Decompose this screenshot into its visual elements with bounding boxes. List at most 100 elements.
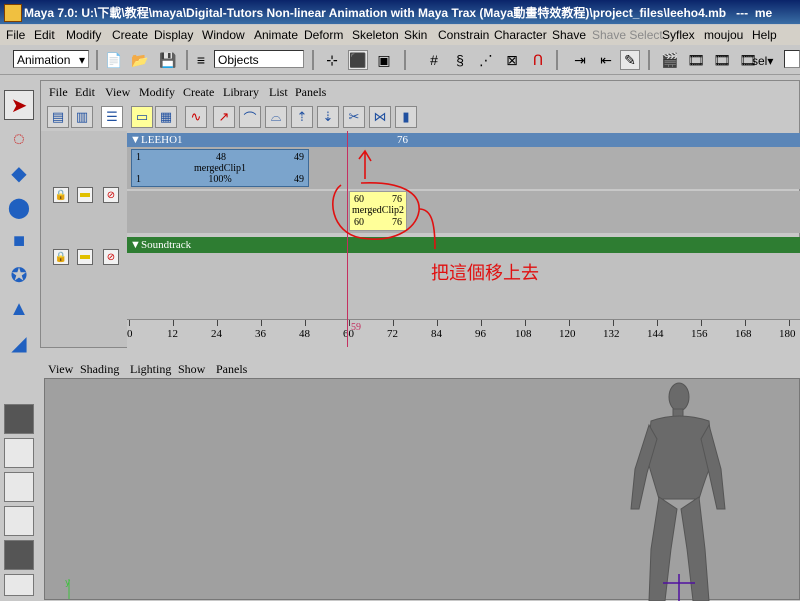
menu-deform[interactable]: Deform: [304, 28, 343, 42]
menu-help[interactable]: Help: [752, 28, 777, 42]
clip-icon[interactable]: ▭: [131, 106, 153, 128]
viewport-menu-panels[interactable]: Panels: [216, 362, 247, 377]
perspective-viewport[interactable]: y: [44, 378, 800, 601]
menu-set-dropdown[interactable]: Animation ▾: [13, 50, 89, 68]
layout-four-icon[interactable]: [4, 438, 34, 468]
open-scene-icon[interactable]: 📂: [130, 50, 150, 70]
layout-single-icon[interactable]: [4, 404, 34, 434]
menu-syflex[interactable]: Syflex: [662, 28, 695, 42]
snap-grid-icon[interactable]: #: [424, 50, 444, 70]
save-scene-icon[interactable]: 💾: [158, 50, 178, 70]
make-live-icon[interactable]: Ո: [528, 50, 548, 70]
manipulator-tool-icon[interactable]: ▲: [4, 294, 34, 324]
select-component-icon[interactable]: ▣: [374, 50, 394, 70]
viewport-menu-view[interactable]: View: [48, 362, 73, 377]
curve-icon[interactable]: ⌓: [265, 106, 287, 128]
download-icon[interactable]: ⇣: [317, 106, 339, 128]
menu-character[interactable]: Character: [494, 28, 547, 42]
viewport-menu-shading[interactable]: Shading: [80, 362, 119, 377]
menu-display[interactable]: Display: [154, 28, 193, 42]
trax-menu-library[interactable]: Library: [223, 85, 259, 100]
trax-menu-panels[interactable]: Panels: [295, 85, 326, 100]
collapse-triangle-icon[interactable]: ▼: [130, 133, 141, 147]
trax-menu-list[interactable]: List: [269, 85, 288, 100]
clip-merged2[interactable]: 60 76 mergedClip2 60 76: [349, 191, 407, 231]
trax-menu-view[interactable]: View: [105, 85, 130, 100]
current-time-indicator[interactable]: [347, 131, 348, 347]
clip-merged1[interactable]: 1 48 49 mergedClip1 1 100% 49: [131, 149, 309, 187]
trax-menu-modify[interactable]: Modify: [139, 85, 175, 100]
blend-icon[interactable]: ▦: [155, 106, 177, 128]
last-tool-icon[interactable]: ◢: [4, 328, 34, 358]
viewport-menu-show[interactable]: Show: [178, 362, 205, 377]
graph-editor-icon[interactable]: ∿: [185, 106, 207, 128]
track-2[interactable]: 60 76 mergedClip2 60 76: [127, 191, 800, 233]
load-character-icon[interactable]: ▤: [47, 106, 69, 128]
menu-create[interactable]: Create: [112, 28, 148, 42]
split-clip-icon[interactable]: ✂: [343, 106, 365, 128]
menu-shave[interactable]: Shave: [552, 28, 586, 42]
track-1[interactable]: 1 48 49 mergedClip1 1 100% 49: [127, 147, 800, 189]
collapse-triangle-icon[interactable]: ▼: [130, 237, 141, 253]
soundtrack-bar[interactable]: ▼ Soundtrack: [127, 237, 800, 253]
upload-icon[interactable]: ⇡: [291, 106, 313, 128]
clip2-name: mergedClip2: [351, 205, 405, 216]
select-hierarchy-icon[interactable]: ⊹: [322, 50, 342, 70]
track2-lock-icon[interactable]: 🔒: [53, 249, 69, 265]
track2-solo-icon[interactable]: [77, 249, 93, 265]
time-ruler[interactable]: 0 12 24 36 48 60 72 84 96 108 120 132 14…: [127, 319, 800, 348]
menu-moujou[interactable]: moujou: [704, 28, 743, 42]
menu-constrain[interactable]: Constrain: [438, 28, 489, 42]
layout-stacked-icon[interactable]: [4, 506, 34, 536]
menu-file[interactable]: File: [6, 28, 25, 42]
menu-modify[interactable]: Modify: [66, 28, 101, 42]
menu-skeleton[interactable]: Skeleton: [352, 28, 399, 42]
selection-mask-field[interactable]: Objects: [214, 50, 304, 68]
move-tool-icon[interactable]: ⬤: [4, 192, 34, 222]
frame-all-icon[interactable]: ▥: [71, 106, 93, 128]
ipr-render-icon[interactable]: 🎞: [712, 50, 732, 70]
snap-curve-icon[interactable]: §: [450, 50, 470, 70]
scale-tool-icon[interactable]: ✪: [4, 260, 34, 290]
selection-mode-icon[interactable]: ≡: [194, 50, 208, 70]
track2-mute-icon[interactable]: ⊘: [103, 249, 119, 265]
character-model: y: [65, 382, 726, 601]
keyframe-tangent-icon[interactable]: ↗: [213, 106, 235, 128]
track1-solo-icon[interactable]: [77, 187, 93, 203]
render-view-icon[interactable]: 🎬: [660, 50, 680, 70]
sound-icon[interactable]: ▮: [395, 106, 417, 128]
construction-history-icon[interactable]: ✎: [620, 50, 640, 70]
output-ops-icon[interactable]: ⇤: [596, 50, 616, 70]
merge-clip-icon[interactable]: ⋈: [369, 106, 391, 128]
layout-outliner-icon[interactable]: [4, 540, 34, 570]
time-warp-icon[interactable]: ⌒: [239, 106, 261, 128]
snap-point-icon[interactable]: ⋰: [476, 50, 496, 70]
snap-view-icon[interactable]: ⊠: [502, 50, 522, 70]
list-view-icon[interactable]: ☰: [101, 106, 123, 128]
paint-select-tool-icon[interactable]: ◆: [4, 158, 34, 188]
toolbar-separator: [186, 50, 188, 70]
character-bar[interactable]: ▼ LEEHO1 76: [127, 133, 800, 147]
render-frame-icon[interactable]: 🎞: [686, 50, 706, 70]
ruler-tick: [569, 320, 570, 326]
menu-skin[interactable]: Skin: [404, 28, 427, 42]
input-ops-icon[interactable]: ⇥: [570, 50, 590, 70]
viewport-menu-lighting[interactable]: Lighting: [130, 362, 171, 377]
lasso-tool-icon[interactable]: ◌: [4, 124, 34, 154]
rotate-tool-icon[interactable]: ■: [4, 226, 34, 256]
trax-menu-edit[interactable]: Edit: [75, 85, 95, 100]
new-scene-icon[interactable]: 📄: [104, 50, 124, 70]
track1-lock-icon[interactable]: 🔒: [53, 187, 69, 203]
menu-edit[interactable]: Edit: [34, 28, 55, 42]
menu-window[interactable]: Window: [202, 28, 245, 42]
ruler-tick: [349, 320, 350, 326]
select-object-icon[interactable]: ⬛: [348, 50, 368, 70]
layout-graph-icon[interactable]: [4, 574, 34, 596]
trax-menu-file[interactable]: File: [49, 85, 68, 100]
quick-select-field[interactable]: [784, 50, 800, 68]
layout-two-icon[interactable]: [4, 472, 34, 502]
menu-animate[interactable]: Animate: [254, 28, 298, 42]
select-tool-icon[interactable]: ➤: [4, 90, 34, 120]
track1-mute-icon[interactable]: ⊘: [103, 187, 119, 203]
trax-menu-create[interactable]: Create: [183, 85, 214, 100]
